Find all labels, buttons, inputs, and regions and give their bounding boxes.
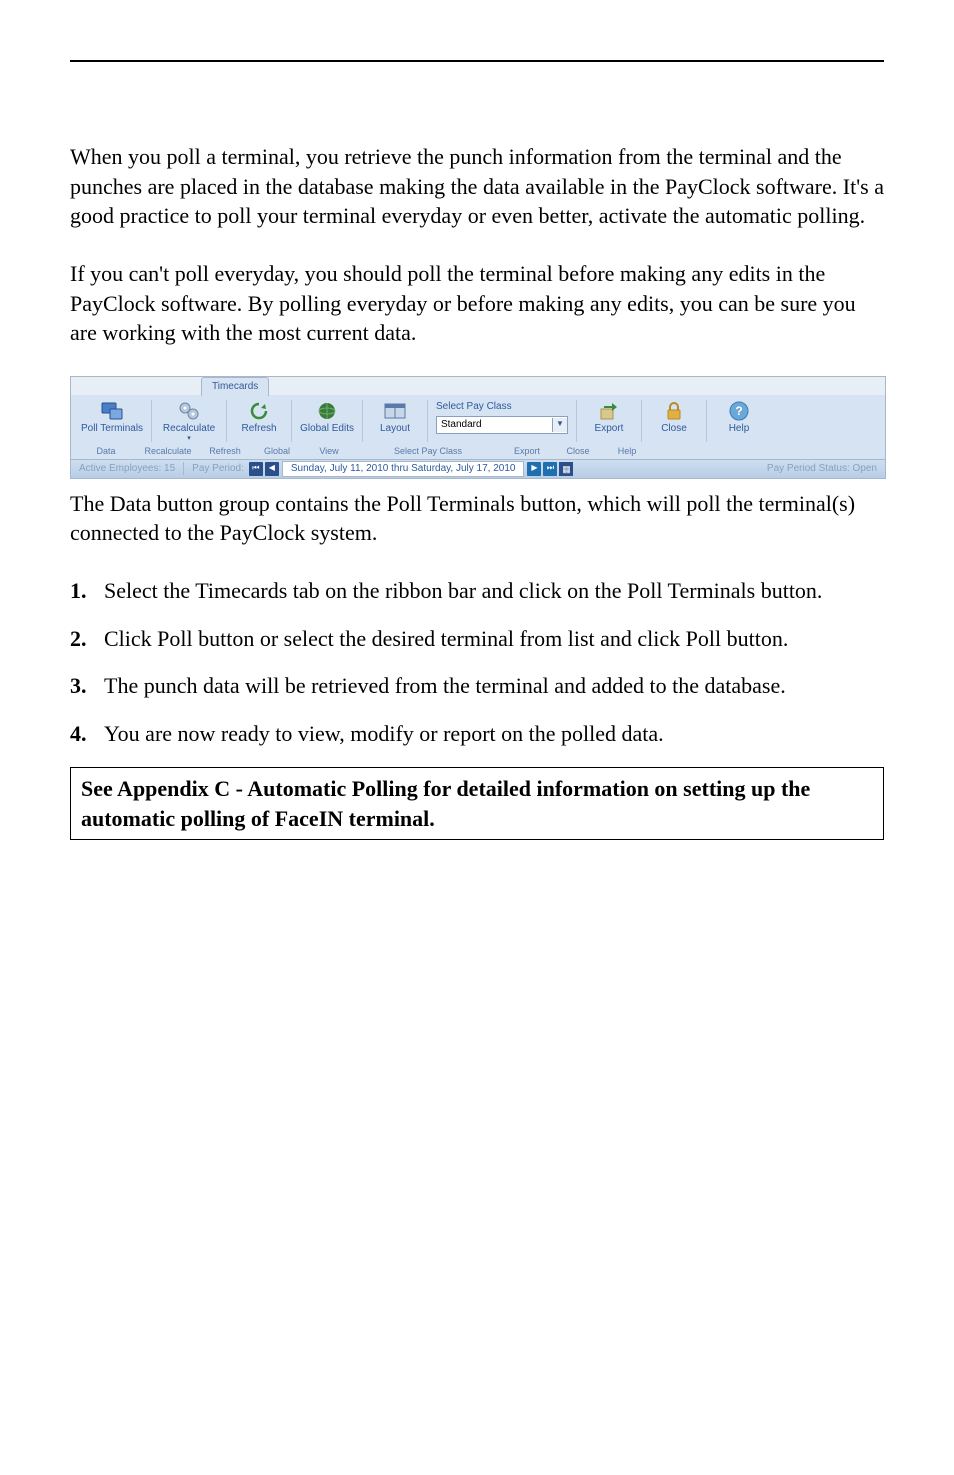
globe-icon xyxy=(314,400,340,422)
calendar-icon[interactable]: ▦ xyxy=(559,462,573,476)
nav-prev-icon[interactable]: ◀ xyxy=(265,462,279,476)
group-label-data: Data xyxy=(75,445,137,457)
group-label-export: Export xyxy=(501,445,553,457)
global-edits-button[interactable]: Global Edits xyxy=(294,398,360,443)
refresh-icon xyxy=(246,400,272,422)
group-label-recalc: Recalculate xyxy=(137,445,199,457)
group-label-help: Help xyxy=(603,445,651,457)
help-label: Help xyxy=(729,423,750,434)
layout-button[interactable]: Layout xyxy=(365,398,425,443)
close-label: Close xyxy=(661,423,687,434)
step-item: The punch data will be retrieved from th… xyxy=(70,671,884,701)
tab-timecards[interactable]: Timecards xyxy=(201,377,269,396)
recalculate-button[interactable]: Recalculate ▾ xyxy=(154,398,224,443)
button-group-paragraph: The Data button group contains the Poll … xyxy=(70,489,884,548)
global-edits-label: Global Edits xyxy=(300,423,354,434)
pay-class-value: Standard xyxy=(437,418,552,432)
pay-period-date-range: Sunday, July 11, 2010 thru Saturday, Jul… xyxy=(282,461,525,477)
nav-first-icon[interactable]: ⏮ xyxy=(249,462,263,476)
intro-paragraph-1: When you poll a terminal, you retrieve t… xyxy=(70,142,884,231)
step-item: You are now ready to view, modify or rep… xyxy=(70,719,884,749)
group-label-refresh: Refresh xyxy=(199,445,251,457)
export-label: Export xyxy=(595,423,624,434)
group-label-close: Close xyxy=(553,445,603,457)
poll-terminals-label: Poll Terminals xyxy=(81,423,143,434)
refresh-button[interactable]: Refresh xyxy=(229,398,289,443)
pay-class-combo[interactable]: Standard ▼ xyxy=(436,416,568,434)
svg-text:?: ? xyxy=(735,404,742,418)
nav-last-icon[interactable]: ⏭ xyxy=(543,462,557,476)
pay-class-group: Select Pay Class Standard ▼ xyxy=(430,398,574,443)
lock-icon xyxy=(661,400,687,422)
appendix-note: See Appendix C - Automatic Polling for d… xyxy=(70,767,884,840)
step-item: Select the Timecards tab on the ribbon b… xyxy=(70,576,884,606)
ribbon-group-labels: Data Recalculate Refresh Global View Sel… xyxy=(71,444,885,459)
steps-list: Select the Timecards tab on the ribbon b… xyxy=(70,576,884,749)
pay-class-label: Select Pay Class xyxy=(436,400,568,414)
active-employees-status: Active Employees: 15 xyxy=(71,462,184,476)
poll-terminals-button[interactable]: Poll Terminals xyxy=(75,398,149,443)
chevron-down-icon: ▼ xyxy=(552,418,567,432)
group-label-global: Global xyxy=(251,445,303,457)
horizontal-rule xyxy=(70,60,884,62)
group-label-view: View xyxy=(303,445,355,457)
layout-label: Layout xyxy=(380,423,410,434)
pay-period-status: Pay Period Status: Open xyxy=(759,462,885,476)
terminal-icon xyxy=(99,400,125,422)
export-button[interactable]: Export xyxy=(579,398,639,443)
nav-next-icon[interactable]: ▶ xyxy=(527,462,541,476)
recalculate-label: Recalculate xyxy=(163,423,215,434)
export-icon xyxy=(596,400,622,422)
help-button[interactable]: ? Help xyxy=(709,398,769,443)
close-button[interactable]: Close xyxy=(644,398,704,443)
dropdown-arrow-icon: ▾ xyxy=(187,434,191,443)
step-text: The punch data will be retrieved from th… xyxy=(104,671,786,701)
gears-icon xyxy=(176,400,202,422)
ribbon-screenshot: Timecards Poll Terminals Recalculate ▾ R… xyxy=(70,376,886,479)
step-text: Click Poll button or select the desired … xyxy=(104,624,788,654)
layout-icon xyxy=(382,400,408,422)
step-item: Click Poll button or select the desired … xyxy=(70,624,884,654)
ribbon-buttons-row: Poll Terminals Recalculate ▾ Refresh Glo… xyxy=(71,395,885,443)
pay-period-label: Pay Period: xyxy=(184,462,248,476)
ribbon-tabstrip: Timecards xyxy=(71,377,885,395)
help-icon: ? xyxy=(726,400,752,422)
refresh-label: Refresh xyxy=(242,423,277,434)
step-text: Select the Timecards tab on the ribbon b… xyxy=(104,576,822,606)
intro-paragraph-2: If you can't poll everyday, you should p… xyxy=(70,259,884,348)
status-bar: Active Employees: 15 Pay Period: ⏮ ◀ Sun… xyxy=(71,459,885,478)
step-text: You are now ready to view, modify or rep… xyxy=(104,719,664,749)
group-label-selpay: Select Pay Class xyxy=(355,445,501,457)
